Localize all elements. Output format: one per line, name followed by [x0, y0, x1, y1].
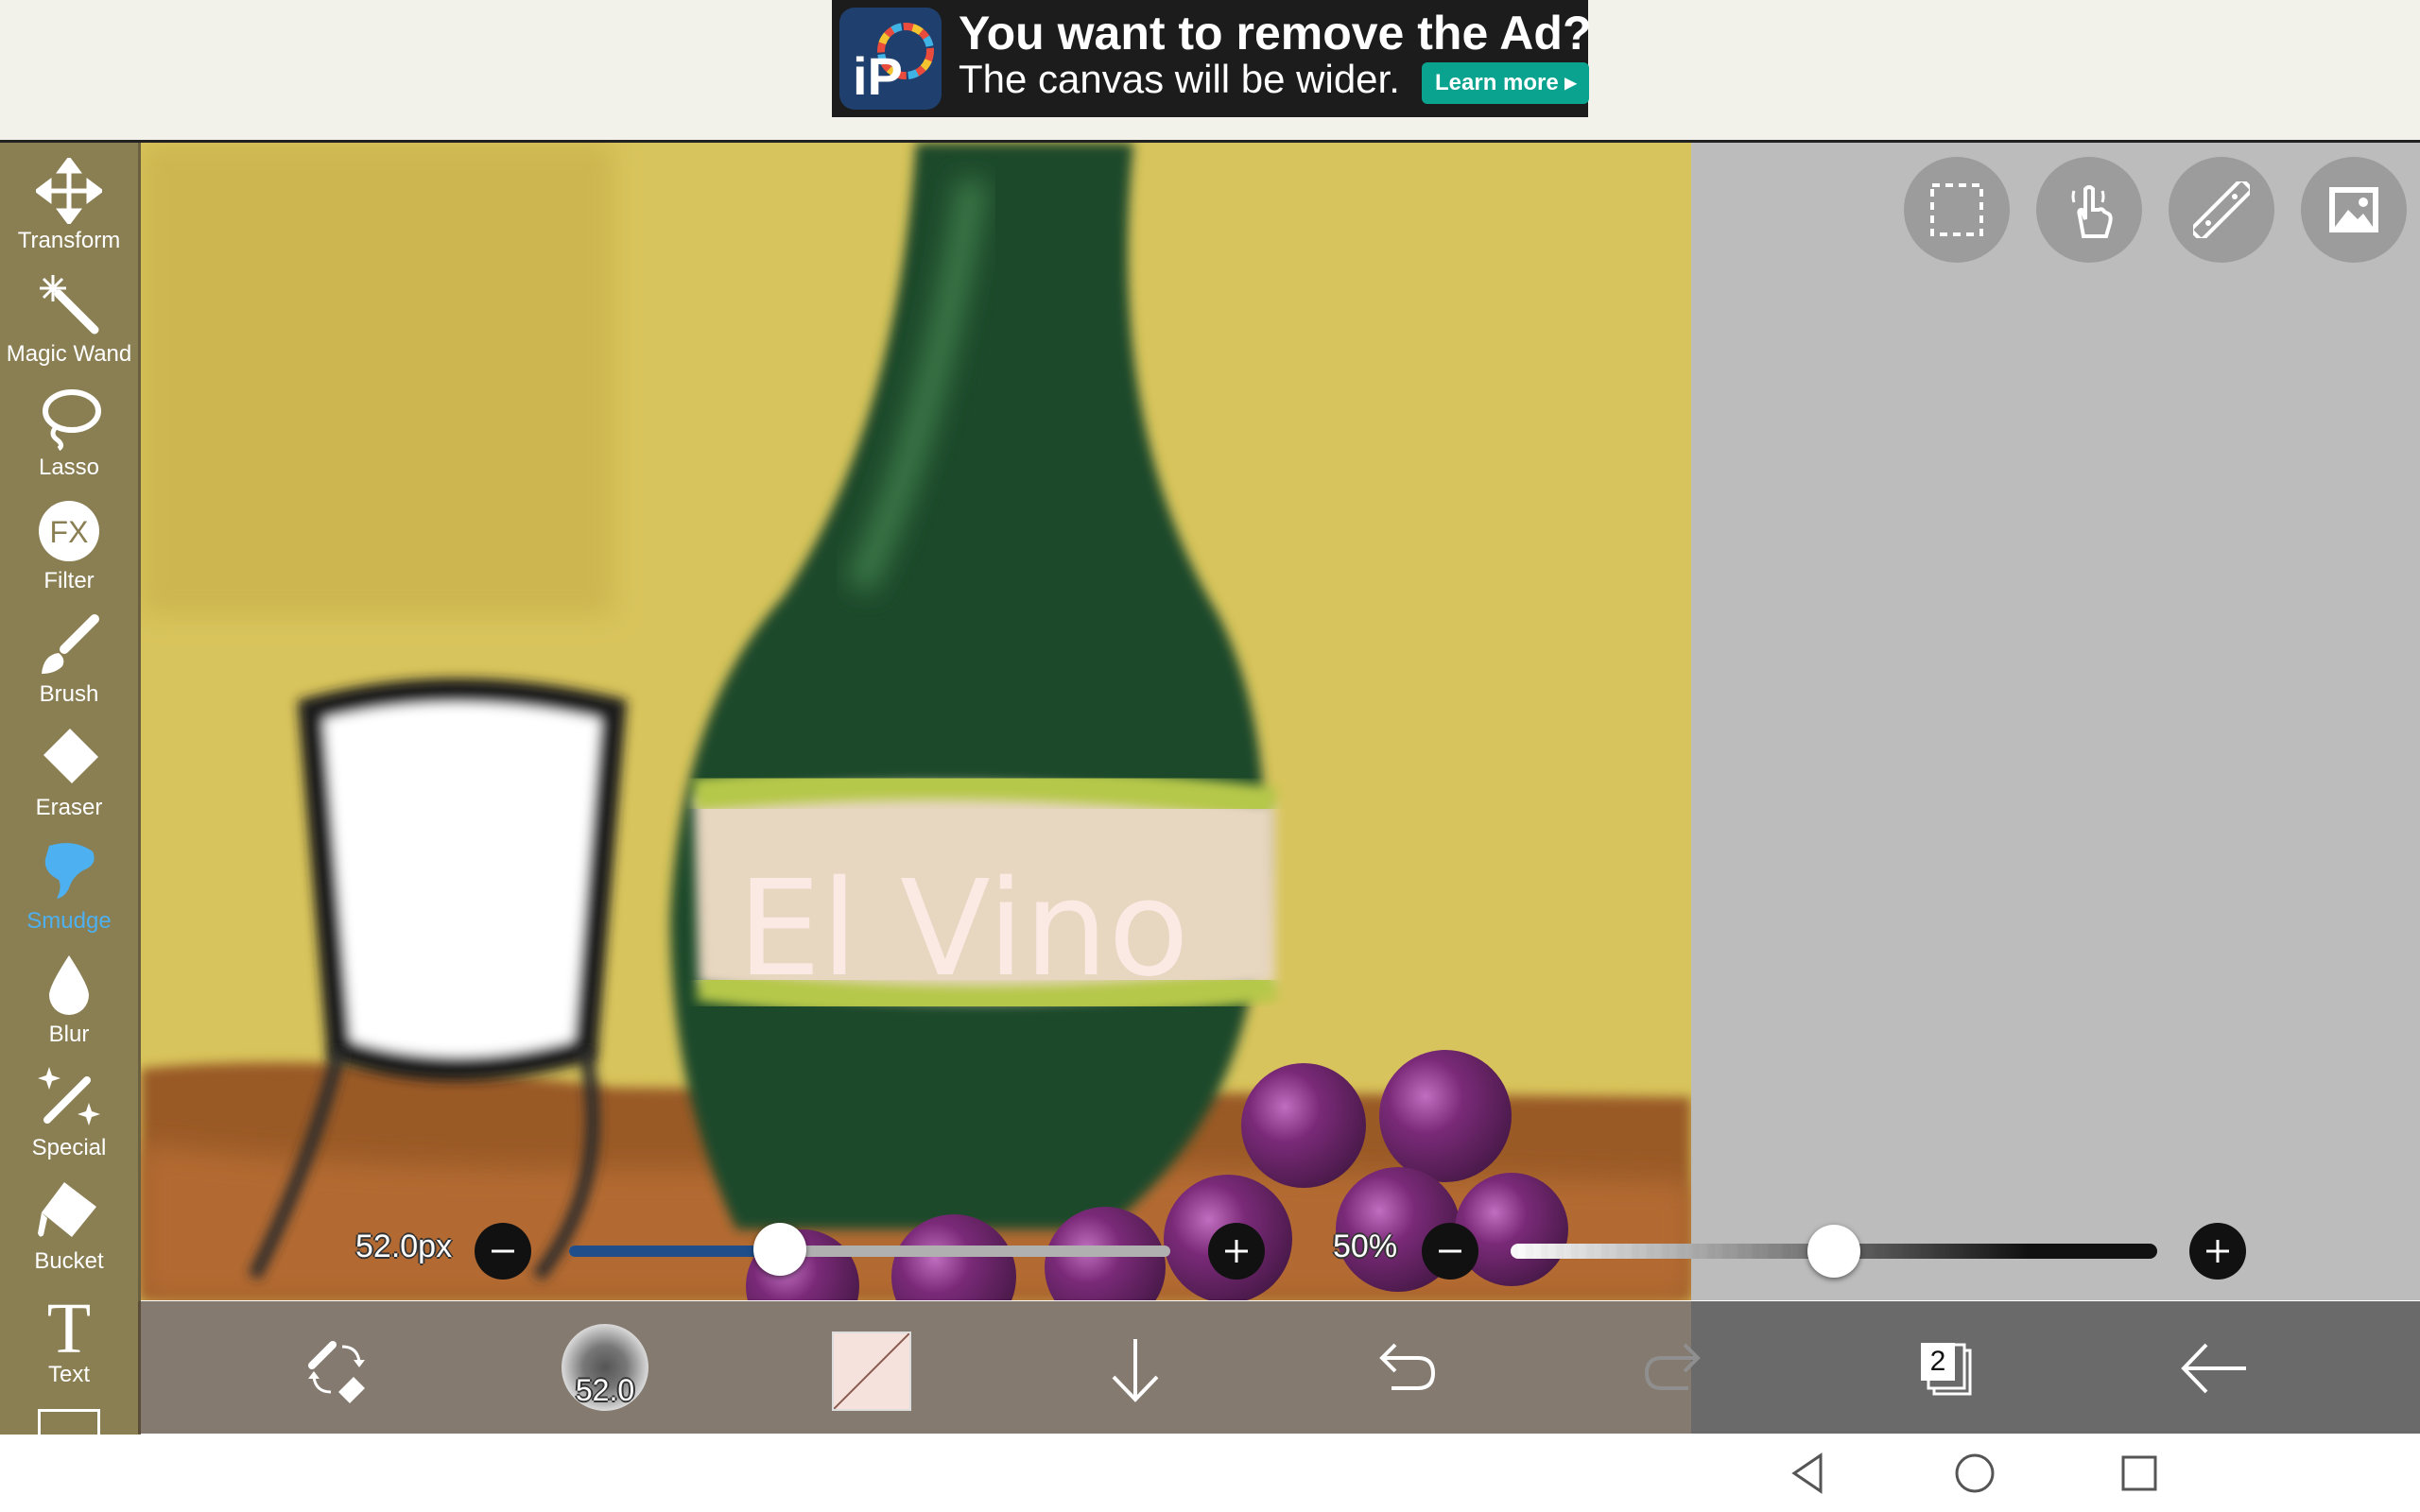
undo-icon [1379, 1343, 1436, 1390]
magic-wand-icon [40, 275, 99, 335]
tool-label: Brush [39, 681, 99, 707]
ruler-button[interactable] [2169, 157, 2274, 263]
opacity-plus-button[interactable] [2189, 1223, 2246, 1280]
brush-size-slider[interactable] [569, 1223, 1170, 1276]
hand-touch-icon [2071, 185, 2113, 238]
arrow-left-icon [2181, 1343, 2246, 1394]
opacity-minus-button[interactable] [1422, 1223, 1478, 1280]
tool-lasso[interactable]: Lasso [0, 385, 138, 496]
text-icon: T [47, 1292, 91, 1358]
ad-logo-text: iP [853, 46, 903, 106]
tool-transform[interactable]: Transform [0, 158, 138, 269]
brush-eraser-swap-icon [308, 1341, 365, 1403]
nav-home-icon [1955, 1453, 1995, 1493]
download-merge-button[interactable] [1093, 1326, 1178, 1411]
ruler-icon [2193, 181, 2250, 238]
learn-more-button[interactable]: Learn more ▸ [1422, 62, 1590, 104]
color-picker-button[interactable] [832, 1332, 911, 1411]
tool-label: Magic Wand [6, 341, 132, 367]
special-sparkle-icon [38, 1067, 100, 1125]
brush-size-value: 52.0 [575, 1373, 635, 1407]
transparent-slash-icon [834, 1333, 909, 1409]
tool-special[interactable]: Special [0, 1065, 138, 1177]
tool-eraser[interactable]: Eraser [0, 725, 138, 836]
image-icon [2329, 187, 2378, 232]
ibispaint-logo: iP [839, 8, 942, 110]
tool-sidebar: Transform Magic Wand Lasso FX Filter Bru… [0, 143, 141, 1435]
bottom-bar-side-part [1691, 1301, 2420, 1434]
reference-image-button[interactable] [2301, 157, 2407, 263]
tool-smudge[interactable]: Smudge [0, 838, 138, 950]
tool-label: Smudge [26, 908, 112, 934]
ad-title: You want to remove the Ad? [959, 7, 1592, 60]
minus-icon [492, 1249, 514, 1253]
next-tool-partial [38, 1409, 100, 1435]
tool-label: Eraser [35, 795, 103, 820]
selection-icon [1930, 183, 1983, 236]
bottom-action-bar: 52.0 2 [138, 1301, 2420, 1434]
ad-subtitle: The canvas will be wider. [959, 57, 1400, 101]
bucket-icon [38, 1182, 96, 1237]
brush-size-knob[interactable] [752, 1223, 806, 1276]
plus-icon [1225, 1240, 1248, 1263]
transform-icon [36, 158, 102, 224]
tool-switch-button[interactable] [295, 1326, 380, 1411]
ad-banner[interactable]: iP You want to remove the Ad? The canvas… [832, 0, 1592, 117]
tool-bucket[interactable]: Bucket [0, 1178, 138, 1290]
undo-button[interactable] [1363, 1326, 1448, 1411]
hand-touch-button[interactable] [2036, 157, 2142, 263]
svg-text:FX: FX [50, 515, 89, 549]
canvas-outside-area [1691, 143, 2420, 1300]
plus-icon [2206, 1240, 2229, 1263]
tool-label: Lasso [38, 455, 100, 480]
tool-brush[interactable]: Brush [0, 611, 138, 723]
opacity-label: 50% [1333, 1228, 1398, 1264]
nav-recents-button[interactable] [2116, 1450, 2163, 1497]
arrow-down-icon [1112, 1339, 1159, 1402]
label-text: El Vino [737, 852, 1189, 1006]
layers-count: 2 [1921, 1343, 1955, 1381]
drawing-canvas[interactable]: El Vino [141, 143, 1691, 1300]
tool-text[interactable]: T Text [0, 1292, 138, 1403]
smudge-icon [44, 843, 95, 899]
blur-drop-icon [49, 955, 89, 1015]
painting: El Vino [141, 143, 1691, 1300]
tool-label: Text [47, 1362, 90, 1387]
redo-icon [1644, 1343, 1701, 1390]
tool-magic-wand[interactable]: Magic Wand [0, 271, 138, 383]
back-button[interactable] [2170, 1326, 2256, 1411]
nav-back-button[interactable] [1785, 1450, 1832, 1497]
tool-blur[interactable]: Blur [0, 952, 138, 1063]
nav-back-icon [1791, 1452, 1823, 1494]
tool-label: Special [31, 1135, 107, 1160]
opacity-knob[interactable] [1807, 1225, 1860, 1278]
tool-filter[interactable]: FX Filter [0, 498, 138, 610]
brush-size-track [569, 1246, 1170, 1257]
ad-bar: iP You want to remove the Ad? The canvas… [0, 0, 2420, 143]
brush-size-plus-button[interactable] [1208, 1223, 1265, 1280]
brush-icon [42, 614, 99, 674]
filter-fx-icon: FX [39, 501, 99, 561]
brush-size-label: 52.0px [355, 1228, 453, 1264]
selection-button[interactable] [1904, 157, 2010, 263]
tool-label: Bucket [34, 1248, 104, 1274]
nav-home-button[interactable] [1951, 1450, 1998, 1497]
brush-size-fill [569, 1246, 780, 1257]
nav-recents-icon [2121, 1455, 2157, 1491]
layers-button[interactable]: 2 [1902, 1326, 1987, 1411]
brush-size-button[interactable]: 52.0 [562, 1324, 648, 1411]
tool-label: Transform [17, 228, 121, 253]
opacity-slider[interactable] [1511, 1225, 2157, 1278]
tool-label: Blur [48, 1022, 90, 1047]
lasso-icon [43, 389, 101, 451]
brush-size-minus-button[interactable] [475, 1223, 531, 1280]
eraser-icon [43, 729, 98, 783]
minus-icon [1439, 1249, 1461, 1253]
svg-text:T: T [47, 1292, 91, 1358]
tool-label: Filter [43, 568, 95, 593]
redo-button[interactable] [1632, 1326, 1717, 1411]
system-navigation-bar [0, 1435, 2420, 1512]
